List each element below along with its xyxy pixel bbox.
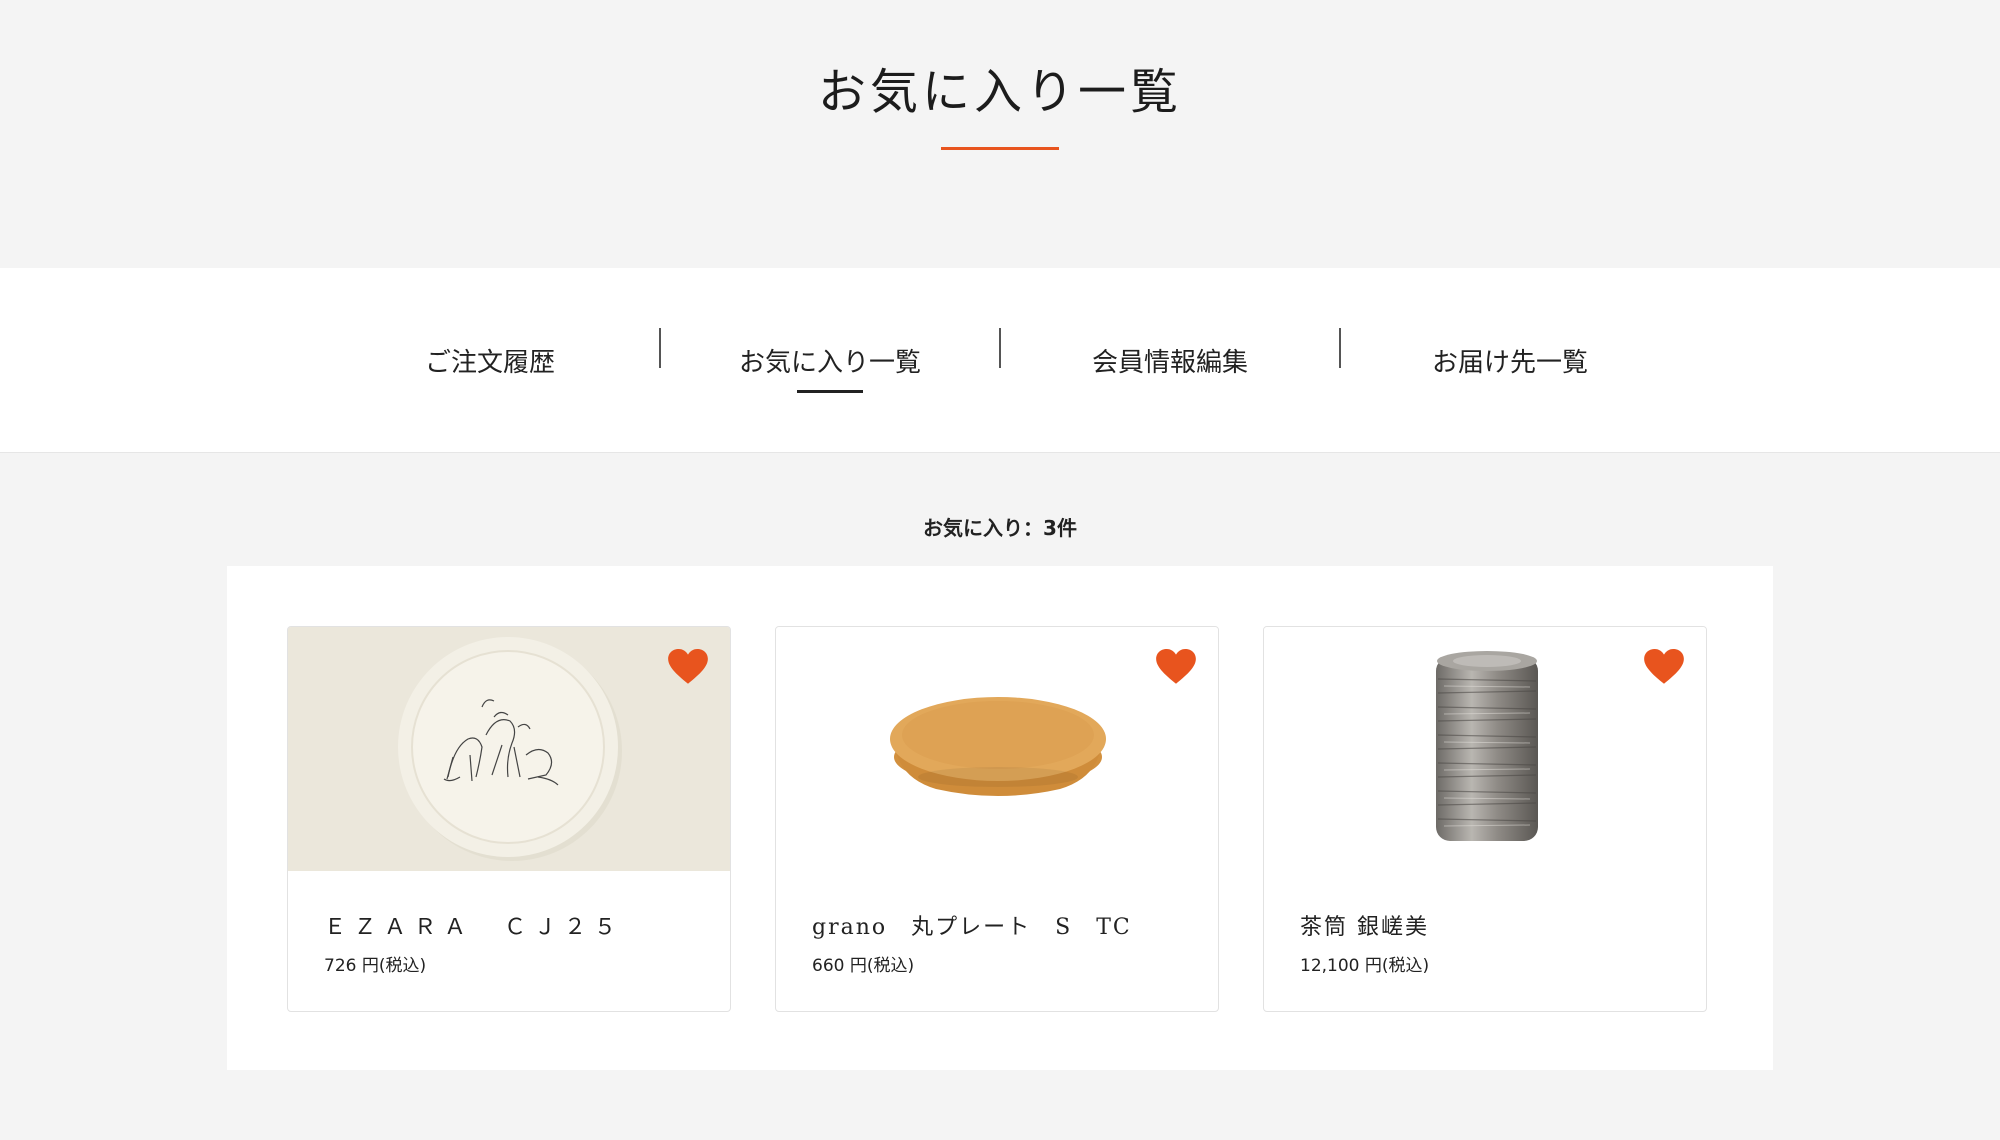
tab-order-history[interactable]: ご注文履歴: [320, 268, 660, 453]
product-image-tea-canister[interactable]: [1264, 627, 1706, 871]
product-price: 12,100 円(税込): [1300, 956, 1430, 976]
product-card[interactable]: 茶筒 銀嵯美 12,100 円(税込): [1263, 626, 1707, 1012]
product-card[interactable]: grano 丸プレート S TC 660 円(税込): [775, 626, 1219, 1012]
favorite-heart-icon[interactable]: [668, 649, 708, 685]
active-tab-indicator: [797, 390, 863, 393]
tab-divider: [659, 328, 661, 368]
product-price: 660 円(税込): [812, 956, 915, 976]
product-price: 726 円(税込): [324, 956, 427, 976]
favorites-panel: ＥＺＡＲＡ ＣＪ２５ 726 円(税込) grano 丸プレート S TC 66…: [227, 566, 1773, 1070]
favorite-heart-icon[interactable]: [1644, 649, 1684, 685]
product-card[interactable]: ＥＺＡＲＡ ＣＪ２５ 726 円(税込): [287, 626, 731, 1012]
tab-divider: [999, 328, 1001, 368]
tab-delivery-addresses[interactable]: お届け先一覧: [1340, 268, 1680, 453]
product-name[interactable]: grano 丸プレート S TC: [812, 909, 1132, 941]
page-header: お気に入り一覧: [0, 0, 2000, 268]
product-name[interactable]: 茶筒 銀嵯美: [1300, 909, 1429, 941]
product-image-plate-sketch[interactable]: [288, 627, 730, 871]
tab-member-info[interactable]: 会員情報編集: [1000, 268, 1340, 453]
favorites-count: お気に入り：3件: [923, 516, 1077, 540]
title-underline: [941, 147, 1059, 150]
tab-favorites[interactable]: お気に入り一覧: [660, 268, 1000, 453]
product-name[interactable]: ＥＺＡＲＡ ＣＪ２５: [324, 909, 624, 941]
page-title: お気に入り一覧: [817, 64, 1182, 120]
tab-divider: [1339, 328, 1341, 368]
product-image-orange-plate[interactable]: [776, 627, 1218, 871]
favorite-heart-icon[interactable]: [1156, 649, 1196, 685]
